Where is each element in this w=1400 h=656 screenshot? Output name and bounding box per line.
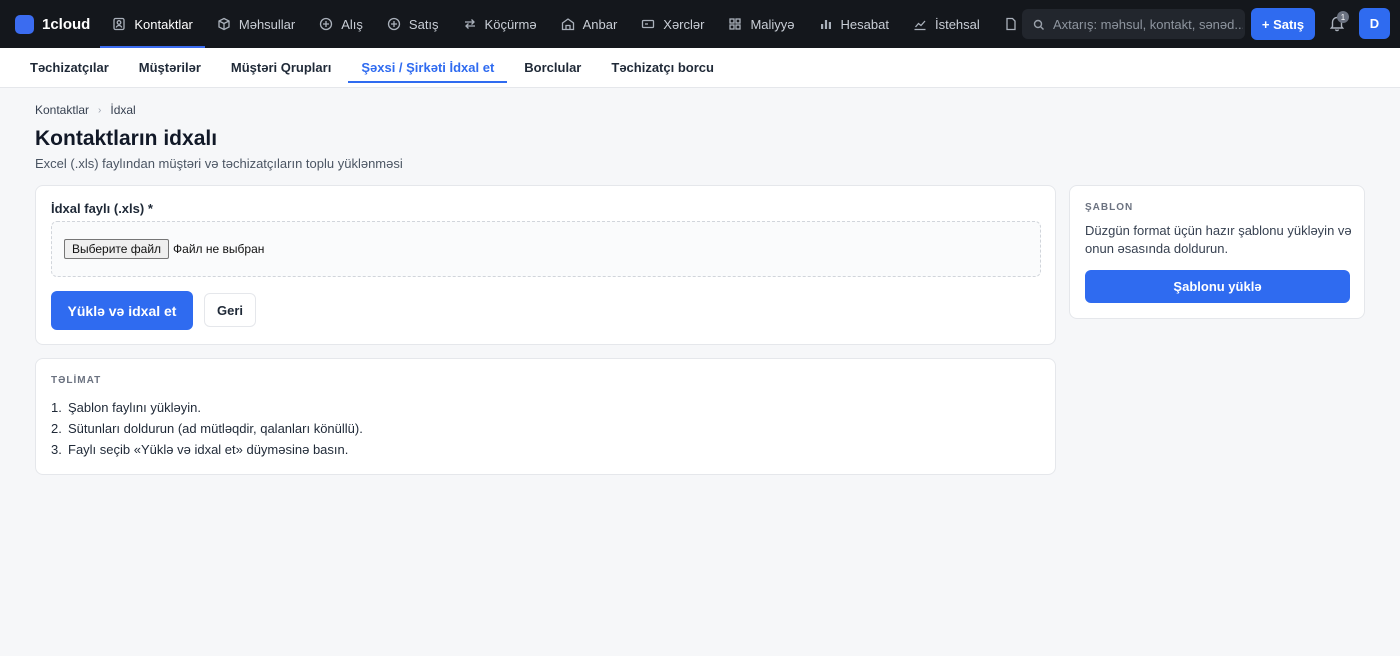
search-input[interactable] — [1053, 16, 1243, 32]
line-chart-icon — [913, 17, 927, 31]
user-avatar[interactable]: D — [1359, 8, 1390, 39]
nav-item-label: Alış — [341, 16, 363, 32]
nav-item-satis[interactable]: Satış — [375, 0, 451, 48]
tab-techizatci-borcu[interactable]: Təchizatçı borcu — [596, 48, 729, 88]
nav-item-label: Anbar — [582, 16, 618, 32]
download-template-button[interactable]: Şablonu yüklə — [1085, 270, 1350, 303]
upload-card: İdxal faylı (.xls) * Выберите файл Файл … — [35, 185, 1056, 345]
step-text: Sütunları doldurun (ad mütləqdir, qalanl… — [68, 421, 363, 436]
bar-chart-icon — [819, 17, 833, 31]
transfer-icon — [463, 17, 477, 31]
main-nav: Kontaktlar Məhsullar Alış Satış Köçürmə — [100, 0, 1017, 48]
nav-item-kontaktlar[interactable]: Kontaktlar — [100, 0, 205, 48]
nav-item-mehsullar[interactable]: Məhsullar — [205, 0, 307, 48]
list-item: 1. Şablon faylını yükləyin. — [51, 400, 201, 415]
tab-import[interactable]: Şəxsi / Şirkəti İdxal et — [346, 48, 509, 88]
brand-logo — [15, 14, 34, 34]
template-card: ŞABLON Düzgün format üçün hazır şablonu … — [1069, 185, 1365, 319]
breadcrumb-current: İdxal — [110, 103, 136, 117]
nav-item-kocurme[interactable]: Köçürmə — [451, 0, 549, 48]
global-search[interactable] — [1022, 9, 1245, 39]
file-dropzone[interactable]: Выберите файл Файл не выбран — [51, 221, 1041, 277]
plus-circle-icon — [319, 17, 333, 31]
upload-import-button[interactable]: Yüklə və idxal et — [51, 291, 193, 330]
nav-item-istehsal[interactable]: İstehsal — [901, 0, 992, 48]
new-sale-button[interactable]: + Satış — [1251, 8, 1315, 40]
nav-item-label: Satış — [408, 16, 439, 32]
step-text: Şablon faylını yükləyin. — [68, 400, 201, 415]
brand[interactable]: 1cloud — [15, 0, 90, 48]
step-text: Faylı seçib «Yüklə və idxal et» düyməsin… — [68, 442, 349, 457]
page-title: Kontaktların idxalı — [35, 127, 218, 150]
list-item: 2. Sütunları doldurun (ad mütləqdir, qala… — [51, 421, 363, 436]
nav-item-label: Köçürmə — [484, 16, 537, 32]
search-icon — [1033, 18, 1045, 30]
instructions-card: TƏLİMAT 1. Şablon faylını yükləyin. 2. Süt… — [35, 358, 1056, 475]
contacts-subnav: Təchizatçılar Müştərilər Müştəri Qruplar… — [0, 48, 1400, 88]
warehouse-icon — [561, 17, 575, 31]
template-heading: ŞABLON — [1085, 202, 1134, 213]
tab-musteriler[interactable]: Müştərilər — [124, 48, 216, 88]
back-button[interactable]: Geri — [204, 293, 256, 327]
file-field-label: İdxal faylı (.xls) * — [51, 201, 153, 216]
contacts-icon — [112, 17, 126, 31]
wallet-icon — [641, 17, 655, 31]
nav-item-maliyye[interactable]: Maliyyə — [716, 0, 806, 48]
breadcrumb: Kontaktlar › İdxal — [35, 103, 136, 117]
nav-item-label: İstehsal — [934, 16, 980, 32]
nav-item-label: Kontaktlar — [134, 16, 193, 32]
notification-badge: 1 — [1337, 11, 1349, 23]
plus-circle-icon — [387, 17, 401, 31]
brand-name: 1cloud — [42, 15, 91, 33]
file-status: Файл не выбран — [173, 242, 265, 256]
instructions-list: 1. Şablon faylını yükləyin. 2. Sütunları d… — [51, 397, 363, 460]
chevron-right-icon: › — [98, 104, 102, 116]
grid-icon — [728, 17, 742, 31]
nav-item-overflow[interactable] — [992, 0, 1018, 48]
nav-item-label: Məhsullar — [238, 16, 296, 32]
choose-file-button[interactable]: Выберите файл — [64, 239, 170, 259]
breadcrumb-parent[interactable]: Kontaktlar — [35, 103, 89, 117]
instructions-heading: TƏLİMAT — [51, 375, 102, 386]
nav-item-label: Hesabat — [840, 16, 889, 32]
page-subtitle: Excel (.xls) faylından müştəri və təchiz… — [35, 156, 403, 171]
nav-item-label: Maliyyə — [750, 16, 795, 32]
nav-item-anbar[interactable]: Anbar — [549, 0, 630, 48]
template-description: Düzgün format üçün hazır şablonu yükləyi… — [1085, 223, 1352, 256]
list-item: 3. Faylı seçib «Yüklə və idxal et» düyməs… — [51, 442, 349, 457]
nav-item-xercler[interactable]: Xərclər — [629, 0, 716, 48]
nav-item-alis[interactable]: Alış — [307, 0, 375, 48]
box-icon — [217, 17, 231, 31]
nav-item-hesabat[interactable]: Hesabat — [807, 0, 901, 48]
tab-musteri-qruplari[interactable]: Müştəri Qrupları — [216, 48, 346, 88]
nav-item-label: Xərclər — [663, 16, 705, 32]
tab-techizatcilar[interactable]: Təchizatçılar — [15, 48, 124, 88]
document-icon — [1004, 17, 1018, 31]
tab-borclular[interactable]: Borclular — [509, 48, 596, 88]
